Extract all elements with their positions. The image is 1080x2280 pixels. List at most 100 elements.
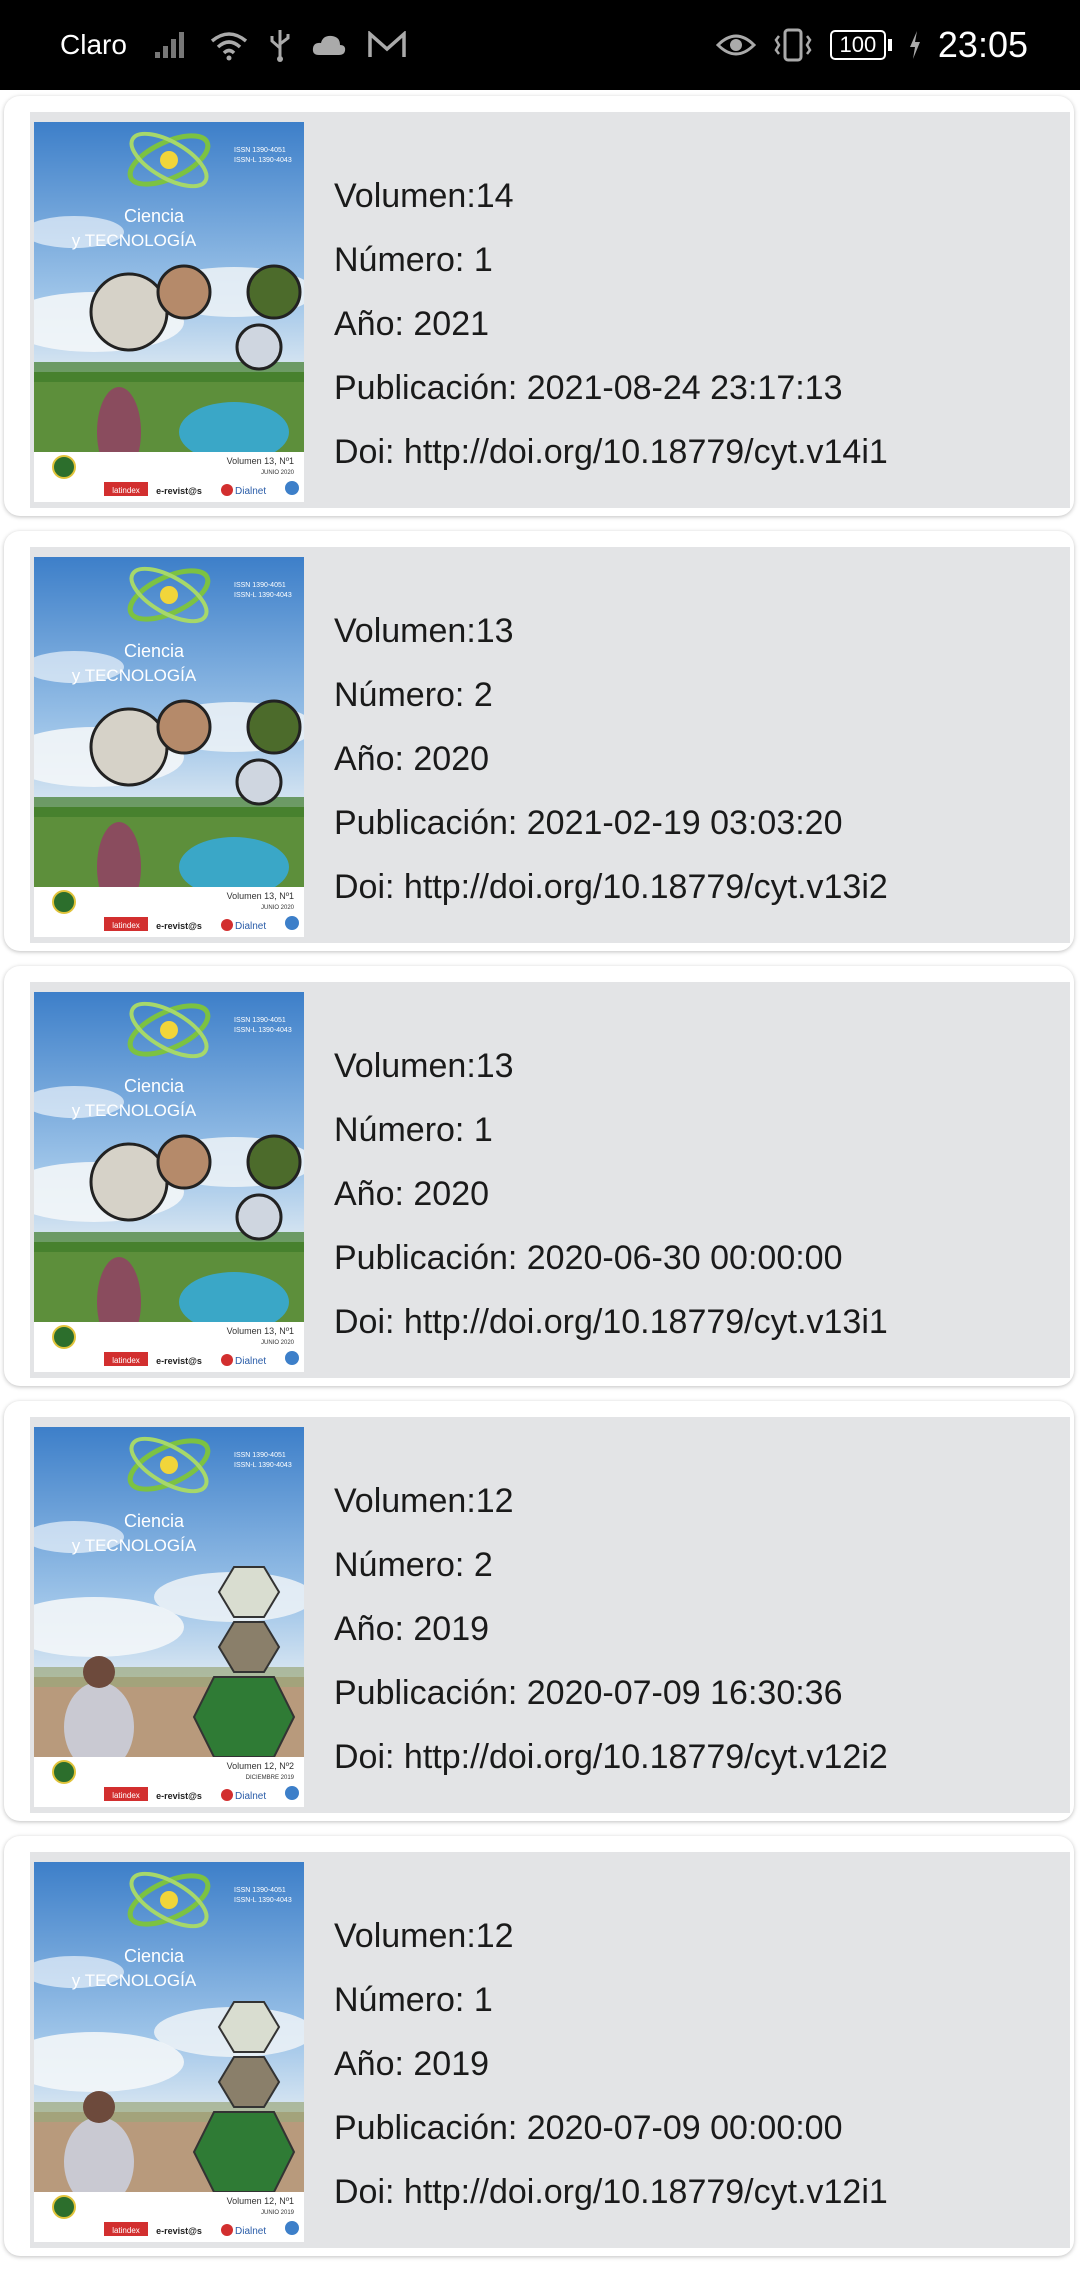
issue-publication-date: Publicación: 2020-06-30 00:00:00 — [334, 1239, 843, 1277]
wifi-icon — [209, 29, 249, 61]
battery-tip — [887, 39, 892, 51]
vibrate-icon — [772, 28, 814, 62]
battery-indicator: 100 — [829, 30, 892, 60]
status-bar-right: 100 23:05 — [715, 0, 1028, 90]
university-seal-icon — [52, 890, 76, 914]
issue-card[interactable]: ISSN 1390-4051 ISSN-L 1390-4043 Ciencia y T… — [0, 1830, 1080, 2265]
cover-title-line2: y TECNOLOGÍA — [72, 1971, 197, 1990]
issue-volume: Volumen:13 — [334, 612, 514, 650]
issue-doi-link[interactable]: Doi: http://doi.org/10.18779/cyt.v13i1 — [334, 1290, 1054, 1354]
cover-date-text: JUNIO 2020 — [261, 1340, 295, 1346]
cover-image[interactable]: ISSN 1390-4051 ISSN-L 1390-4043 Ciencia y T… — [34, 1862, 304, 2242]
cover-image[interactable]: ISSN 1390-4051 ISSN-L 1390-4043 Ciencia y T… — [34, 557, 304, 937]
issue-number: Número: 1 — [334, 241, 493, 279]
issue-list: ISSN 1390-4051 ISSN-L 1390-4043 Ciencia y T… — [0, 90, 1080, 2265]
issue-doi-link[interactable]: Doi: http://doi.org/10.18779/cyt.v13i2 — [334, 855, 1054, 919]
cover-issn-e: ISSN-L 1390-4043 — [234, 1462, 292, 1469]
card-body[interactable]: ISSN 1390-4051 ISSN-L 1390-4043 Ciencia y T… — [30, 982, 1070, 1378]
issue-volume: Volumen:14 — [334, 177, 514, 215]
card-frame: ISSN 1390-4051 ISSN-L 1390-4043 Ciencia y T… — [4, 96, 1074, 516]
cover-title-line2: y TECNOLOGÍA — [72, 666, 197, 685]
issue-publication-date: Publicación: 2021-08-24 23:17:13 — [334, 369, 843, 407]
cover-date-text: JUNIO 2020 — [261, 905, 295, 911]
issue-doi-link[interactable]: Doi: http://doi.org/10.18779/cyt.v14i1 — [334, 420, 1054, 484]
mail-icon — [367, 31, 407, 59]
issue-year: Año: 2019 — [334, 1610, 490, 1648]
journal-cover: ISSN 1390-4051 ISSN-L 1390-4043 Ciencia y T… — [34, 1427, 304, 1807]
status-bar: Claro 100 23:05 — [0, 0, 1080, 90]
cover-date-text: JUNIO 2019 — [261, 2210, 295, 2216]
issue-number: Número: 2 — [334, 1546, 493, 1584]
issue-card[interactable]: ISSN 1390-4051 ISSN-L 1390-4043 Ciencia y T… — [0, 1395, 1080, 1830]
card-body[interactable]: ISSN 1390-4051 ISSN-L 1390-4043 Ciencia y T… — [30, 112, 1070, 508]
cover-title-line1: Ciencia — [124, 1511, 185, 1531]
cover-volume-text: Volumen 13, Nº1 — [227, 456, 294, 466]
issue-volume: Volumen:12 — [334, 1917, 514, 1955]
issue-info: Volumen:12 Número: 1 Año: 2019 Publicaci… — [334, 1904, 1054, 2224]
card-body[interactable]: ISSN 1390-4051 ISSN-L 1390-4043 Ciencia y T… — [30, 547, 1070, 943]
cover-issn: ISSN 1390-4051 — [234, 1452, 286, 1459]
cover-volume-text: Volumen 12, Nº2 — [227, 1761, 294, 1771]
journal-cover: ISSN 1390-4051 ISSN-L 1390-4043 Ciencia y T… — [34, 1862, 304, 2242]
cover-volume-text: Volumen 13, Nº1 — [227, 891, 294, 901]
card-frame: ISSN 1390-4051 ISSN-L 1390-4043 Ciencia y T… — [4, 1836, 1074, 2256]
issue-year: Año: 2020 — [334, 740, 490, 778]
eye-icon — [715, 31, 756, 59]
cover-title-line1: Ciencia — [124, 1076, 185, 1096]
clock: 23:05 — [937, 24, 1028, 65]
cover-image[interactable]: ISSN 1390-4051 ISSN-L 1390-4043 Ciencia y T… — [34, 992, 304, 1372]
cloud-icon — [311, 33, 347, 57]
cover-volume-text: Volumen 13, Nº1 — [227, 1326, 294, 1336]
issue-card[interactable]: ISSN 1390-4051 ISSN-L 1390-4043 Ciencia y T… — [0, 525, 1080, 960]
cover-image[interactable]: ISSN 1390-4051 ISSN-L 1390-4043 Ciencia y T… — [34, 122, 304, 502]
issue-doi-link[interactable]: Doi: http://doi.org/10.18779/cyt.v12i2 — [334, 1725, 1054, 1789]
cover-issn: ISSN 1390-4051 — [234, 1887, 286, 1894]
battery-level: 100 — [829, 30, 886, 60]
cover-latindex-logo: latindex — [112, 1356, 140, 1365]
issue-volume: Volumen:12 — [334, 1482, 514, 1520]
issue-publication-date: Publicación: 2021-02-19 03:03:20 — [334, 804, 843, 842]
issue-info: Volumen:14 Número: 1 Año: 2021 Publicaci… — [334, 164, 1054, 484]
cover-issn-e: ISSN-L 1390-4043 — [234, 1897, 292, 1904]
carrier-label: Claro — [60, 29, 127, 60]
cover-issn-e: ISSN-L 1390-4043 — [234, 1027, 292, 1034]
cover-date-text: DICIEMBRE 2019 — [246, 1775, 295, 1781]
issue-doi-link[interactable]: Doi: http://doi.org/10.18779/cyt.v12i1 — [334, 2160, 1054, 2224]
cover-latindex-logo: latindex — [112, 2226, 140, 2235]
issue-number: Número: 1 — [334, 1981, 493, 2019]
card-body[interactable]: ISSN 1390-4051 ISSN-L 1390-4043 Ciencia y T… — [30, 1417, 1070, 1813]
signal-icon — [153, 30, 189, 60]
card-body[interactable]: ISSN 1390-4051 ISSN-L 1390-4043 Ciencia y T… — [30, 1852, 1070, 2248]
cover-image[interactable]: ISSN 1390-4051 ISSN-L 1390-4043 Ciencia y T… — [34, 1427, 304, 1807]
cover-title-line2: y TECNOLOGÍA — [72, 1536, 197, 1555]
issue-publication-date: Publicación: 2020-07-09 00:00:00 — [334, 2109, 843, 2147]
issue-number: Número: 1 — [334, 1111, 493, 1149]
cover-latindex-logo: latindex — [112, 921, 140, 930]
cover-title-line1: Ciencia — [124, 1946, 185, 1966]
cover-issn: ISSN 1390-4051 — [234, 582, 286, 589]
university-seal-icon — [52, 1760, 76, 1784]
issue-volume: Volumen:13 — [334, 1047, 514, 1085]
cover-latindex-logo: latindex — [112, 486, 140, 495]
cover-erevistas-logo: e-revist@s — [156, 1356, 202, 1366]
cover-issn: ISSN 1390-4051 — [234, 1017, 286, 1024]
university-seal-icon — [52, 1325, 76, 1349]
card-frame: ISSN 1390-4051 ISSN-L 1390-4043 Ciencia y T… — [4, 531, 1074, 951]
journal-cover: ISSN 1390-4051 ISSN-L 1390-4043 Ciencia y T… — [34, 992, 304, 1372]
university-seal-icon — [52, 2195, 76, 2219]
card-frame: ISSN 1390-4051 ISSN-L 1390-4043 Ciencia y T… — [4, 1401, 1074, 1821]
issue-card[interactable]: ISSN 1390-4051 ISSN-L 1390-4043 Ciencia y T… — [0, 960, 1080, 1395]
cover-dialnet-logo: Dialnet — [235, 486, 266, 497]
cover-erevistas-logo: e-revist@s — [156, 921, 202, 931]
cover-title-line1: Ciencia — [124, 641, 185, 661]
cover-title-line2: y TECNOLOGÍA — [72, 231, 197, 250]
issue-info: Volumen:12 Número: 2 Año: 2019 Publicaci… — [334, 1469, 1054, 1789]
issue-card[interactable]: ISSN 1390-4051 ISSN-L 1390-4043 Ciencia y T… — [0, 90, 1080, 525]
cover-issn: ISSN 1390-4051 — [234, 147, 286, 154]
cover-latindex-logo: latindex — [112, 1791, 140, 1800]
cover-title-line1: Ciencia — [124, 206, 185, 226]
charging-icon — [908, 30, 922, 60]
status-bar-left: Claro — [60, 0, 407, 90]
cover-dialnet-logo: Dialnet — [235, 1791, 266, 1802]
journal-cover: ISSN 1390-4051 ISSN-L 1390-4043 Ciencia y T… — [34, 122, 304, 502]
